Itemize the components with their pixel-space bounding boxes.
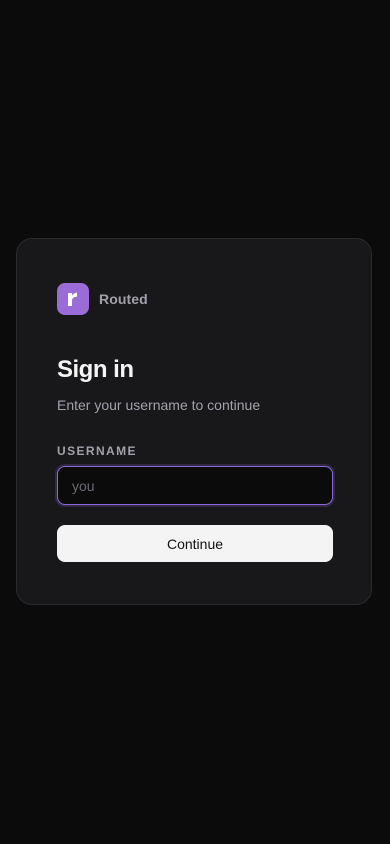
continue-button[interactable]: Continue	[57, 525, 333, 562]
sign-in-card: Routed Sign in Enter your username to co…	[16, 238, 372, 605]
brand: Routed	[57, 283, 148, 315]
page-subtitle: Enter your username to continue	[57, 397, 261, 413]
username-label: USERNAME	[57, 444, 137, 458]
routed-logo-icon	[57, 283, 89, 315]
brand-name: Routed	[99, 291, 148, 307]
sign-in-page: Routed Sign in Enter your username to co…	[0, 0, 390, 844]
username-input[interactable]	[57, 466, 333, 505]
page-title: Sign in	[57, 356, 134, 383]
